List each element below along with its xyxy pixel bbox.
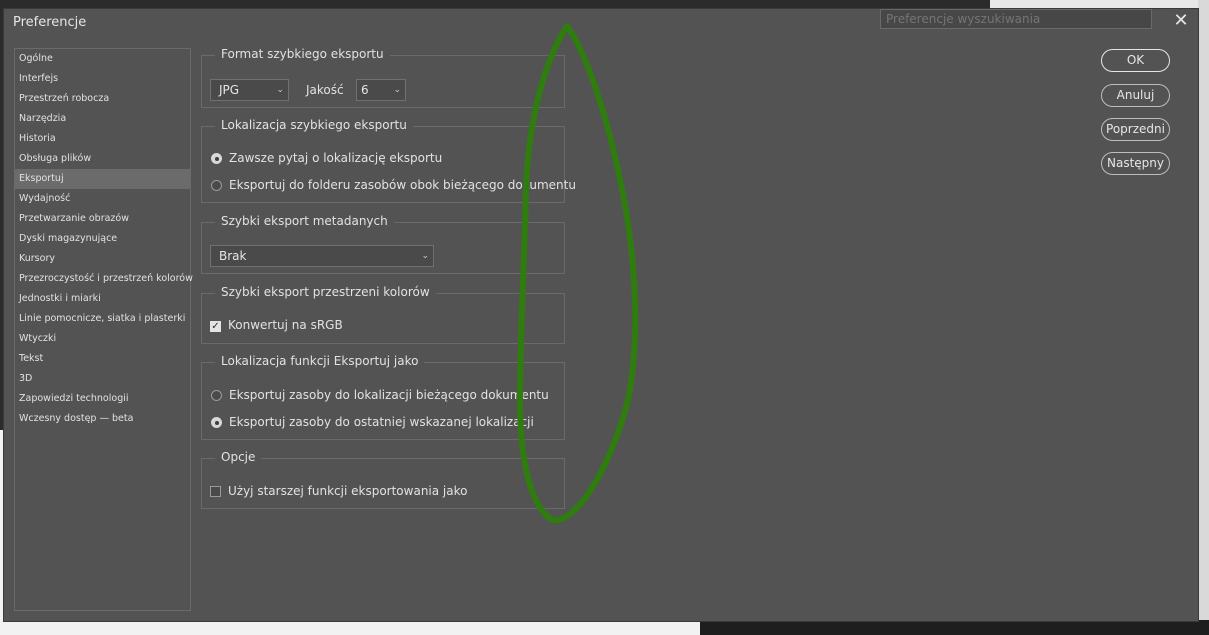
sidebar-item[interactable]: Kursory [15,249,190,269]
sidebar-item[interactable]: Wczesny dostęp — beta [15,409,190,429]
quality-select-value: 6 [361,83,369,97]
quick-export-format-group: Format szybkiego eksportu JPG ⌄ Jakość 6… [201,47,565,108]
quick-export-location-group: Lokalizacja szybkiego eksportu Zawsze py… [201,118,576,203]
quick-export-colorspace-group: Szybki eksport przestrzeni kolorów ✓ Kon… [201,285,565,344]
radio-assets-folder[interactable] [211,180,222,191]
radio-last-location[interactable] [211,417,222,428]
quick-export-metadata-group: Szybki eksport metadanych Brak ⌄ [201,214,565,274]
cancel-button[interactable]: Anuluj [1101,84,1170,107]
sidebar-item[interactable]: Interfejs [15,69,190,89]
group-title: Lokalizacja szybkiego eksportu [215,118,413,132]
group-title: Lokalizacja funkcji Eksportuj jako [215,354,425,368]
previous-button[interactable]: Poprzedni [1101,118,1170,141]
sidebar-item[interactable]: 3D [15,369,190,389]
sidebar-item[interactable]: Ogólne [15,49,190,69]
sidebar-item[interactable]: Narzędzia [15,109,190,129]
group-title: Format szybkiego eksportu [215,47,390,61]
radio-always-ask-label[interactable]: Zawsze pytaj o lokalizację eksportu [229,151,442,165]
metadata-select-value: Brak [219,249,247,263]
preferences-dialog: Preferencje ✕ OgólneInterfejsPrzestrzeń … [4,9,1198,621]
sidebar-item[interactable]: Jednostki i miarki [15,289,190,309]
sidebar-item[interactable]: Historia [15,129,190,149]
sidebar-item[interactable]: Dyski magazynujące [15,229,190,249]
options-group: Opcje Użyj starszej funkcji eksportowani… [201,450,565,509]
background-dark-strip [700,620,1209,635]
background-panel-edge [1198,0,1209,635]
sidebar-item[interactable]: Przestrzeń robocza [15,89,190,109]
sidebar-item[interactable]: Wydajność [15,189,190,209]
sidebar-item[interactable]: Wtyczki [15,329,190,349]
format-select-value: JPG [219,83,240,97]
legacy-export-checkbox[interactable] [210,486,221,497]
group-title: Szybki eksport przestrzeni kolorów [215,285,436,299]
metadata-select[interactable]: Brak ⌄ [210,245,434,267]
sidebar-item[interactable]: Przezroczystość i przestrzeń kolorów [15,269,193,289]
preferences-sidebar: Ogólne Interfejs Przestrzeń robocza Narzędz… [14,48,193,611]
background-window-strip [990,0,1209,9]
legacy-export-label[interactable]: Użyj starszej funkcji eksportowania jako [228,484,467,498]
close-icon[interactable]: ✕ [1171,11,1191,31]
dialog-title: Preferencje [13,15,87,30]
sidebar-item[interactable]: Eksportuj [15,169,190,189]
ok-button[interactable]: OK [1101,49,1170,72]
sidebar-item[interactable]: Przetwarzanie obrazów [15,209,190,229]
sidebar-item[interactable]: Zapowiedzi technologii [15,389,190,409]
radio-always-ask[interactable] [211,153,222,164]
chevron-down-icon: ⌄ [393,85,401,95]
preferences-search-input[interactable] [880,9,1152,29]
radio-current-document-label[interactable]: Eksportuj zasoby do lokalizacji bieżąceg… [229,388,549,402]
radio-assets-folder-label[interactable]: Eksportuj do folderu zasobów obok bieżąc… [229,178,576,192]
chevron-down-icon: ⌄ [421,251,429,261]
radio-current-document[interactable] [211,390,222,401]
group-title: Szybki eksport metadanych [215,214,394,228]
next-button[interactable]: Następny [1101,152,1170,175]
sidebar-item[interactable]: Tekst [15,349,190,369]
format-select[interactable]: JPG ⌄ [210,79,289,101]
sidebar-item[interactable]: Linie pomocnicze, siatka i plasterki [15,309,190,329]
convert-srgb-label[interactable]: Konwertuj na sRGB [228,318,343,332]
sidebar-list: Ogólne Interfejs Przestrzeń robocza Narzędz… [15,49,193,429]
quality-select[interactable]: 6 ⌄ [356,79,406,101]
convert-srgb-checkbox[interactable]: ✓ [210,321,221,332]
sidebar-item[interactable]: Obsługa plików [15,149,190,169]
radio-last-location-label[interactable]: Eksportuj zasoby do ostatniej wskazanej … [229,415,534,429]
group-title: Opcje [215,450,262,464]
quality-label: Jakość [306,83,344,97]
chevron-down-icon: ⌄ [276,85,284,95]
export-as-location-group: Lokalizacja funkcji Eksportuj jako Ekspo… [201,354,565,440]
